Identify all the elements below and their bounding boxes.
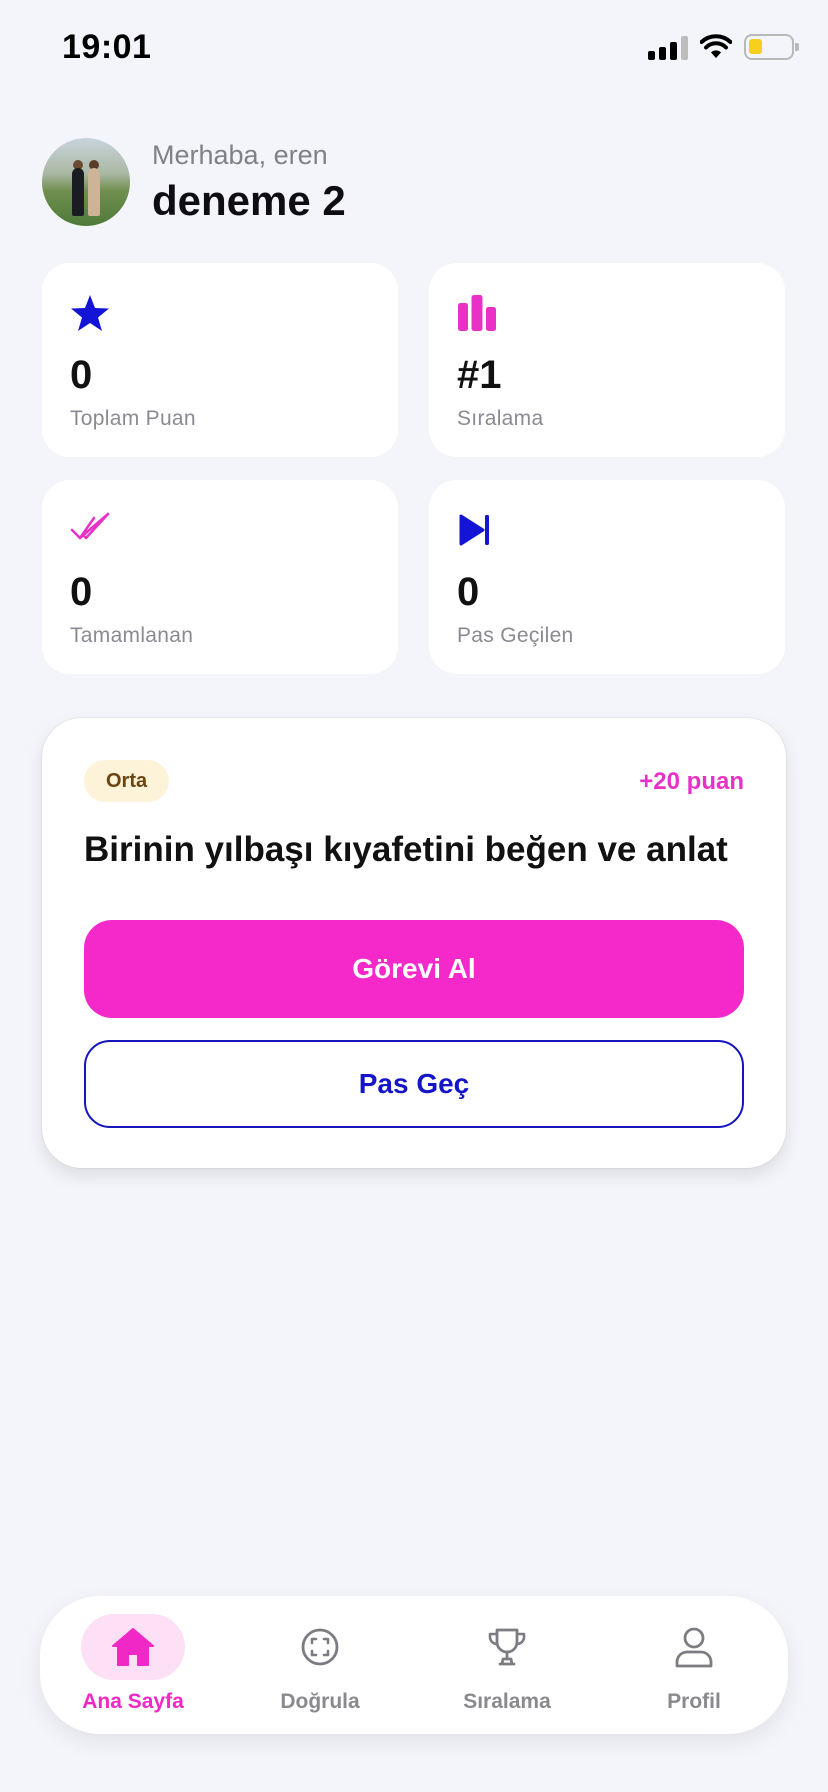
nav-item-profile[interactable]: Profil [629, 1614, 759, 1718]
nav-label: Ana Sayfa [82, 1690, 184, 1713]
skip-task-button[interactable]: Pas Geç [84, 1040, 744, 1128]
stat-value: 0 [70, 353, 93, 397]
nav-label: Sıralama [463, 1690, 551, 1713]
nav-label: Profil [667, 1690, 721, 1713]
stat-label: Sıralama [457, 407, 544, 430]
task-points: +20 puan [639, 768, 744, 795]
task-title: Birinin yılbaşı kıyafetini beğen ve anla… [84, 830, 728, 869]
skip-forward-icon [459, 514, 489, 546]
scan-face-icon [301, 1628, 339, 1666]
stat-card-total-points: 0 Toplam Puan [42, 263, 398, 457]
nav-icon-container [268, 1614, 372, 1680]
cellular-signal-icon [648, 34, 688, 60]
trophy-icon [488, 1628, 526, 1666]
stat-value: 0 [70, 570, 93, 614]
bottom-nav: Ana Sayfa Doğrula Sıralama Profil [40, 1596, 788, 1734]
nav-icon-container [642, 1614, 746, 1680]
nav-icon-container [81, 1614, 185, 1680]
stat-card-completed: 0 Tamamlanan [42, 480, 398, 674]
user-icon [675, 1627, 713, 1668]
battery-low-icon [744, 34, 799, 60]
nav-item-verify[interactable]: Doğrula [255, 1614, 385, 1718]
home-screen: 19:01 Merhaba, eren deneme 2 0 Toplam Pu… [0, 0, 828, 1792]
status-bar: 19:01 [0, 0, 828, 100]
stat-value: 0 [457, 570, 480, 614]
double-check-icon [70, 512, 110, 540]
nav-label: Doğrula [280, 1690, 360, 1713]
stat-label: Toplam Puan [70, 407, 196, 430]
star-icon [71, 295, 109, 331]
stat-label: Tamamlanan [70, 624, 194, 647]
user-name: deneme 2 [152, 176, 346, 224]
bar-chart-icon [458, 295, 496, 331]
avatar[interactable] [42, 138, 130, 226]
nav-item-ranking[interactable]: Sıralama [442, 1614, 572, 1718]
nav-icon-container [455, 1614, 559, 1680]
nav-item-home[interactable]: Ana Sayfa [68, 1614, 198, 1718]
status-icons [648, 34, 799, 60]
stat-label: Pas Geçilen [457, 624, 574, 647]
wifi-icon [700, 34, 732, 58]
profile-header: Merhaba, eren deneme 2 [42, 138, 346, 226]
stat-card-ranking: #1 Sıralama [429, 263, 785, 457]
greeting-block: Merhaba, eren deneme 2 [152, 140, 346, 225]
stat-value: #1 [457, 353, 502, 397]
difficulty-badge: Orta [84, 760, 170, 802]
take-task-button[interactable]: Görevi Al [84, 920, 744, 1018]
greeting-text: Merhaba, eren [152, 139, 328, 170]
stat-card-skipped: 0 Pas Geçilen [429, 480, 785, 674]
task-card: Orta +20 puan Birinin yılbaşı kıyafetini… [42, 718, 786, 1168]
home-icon [112, 1628, 154, 1666]
status-time: 19:01 [62, 28, 152, 66]
